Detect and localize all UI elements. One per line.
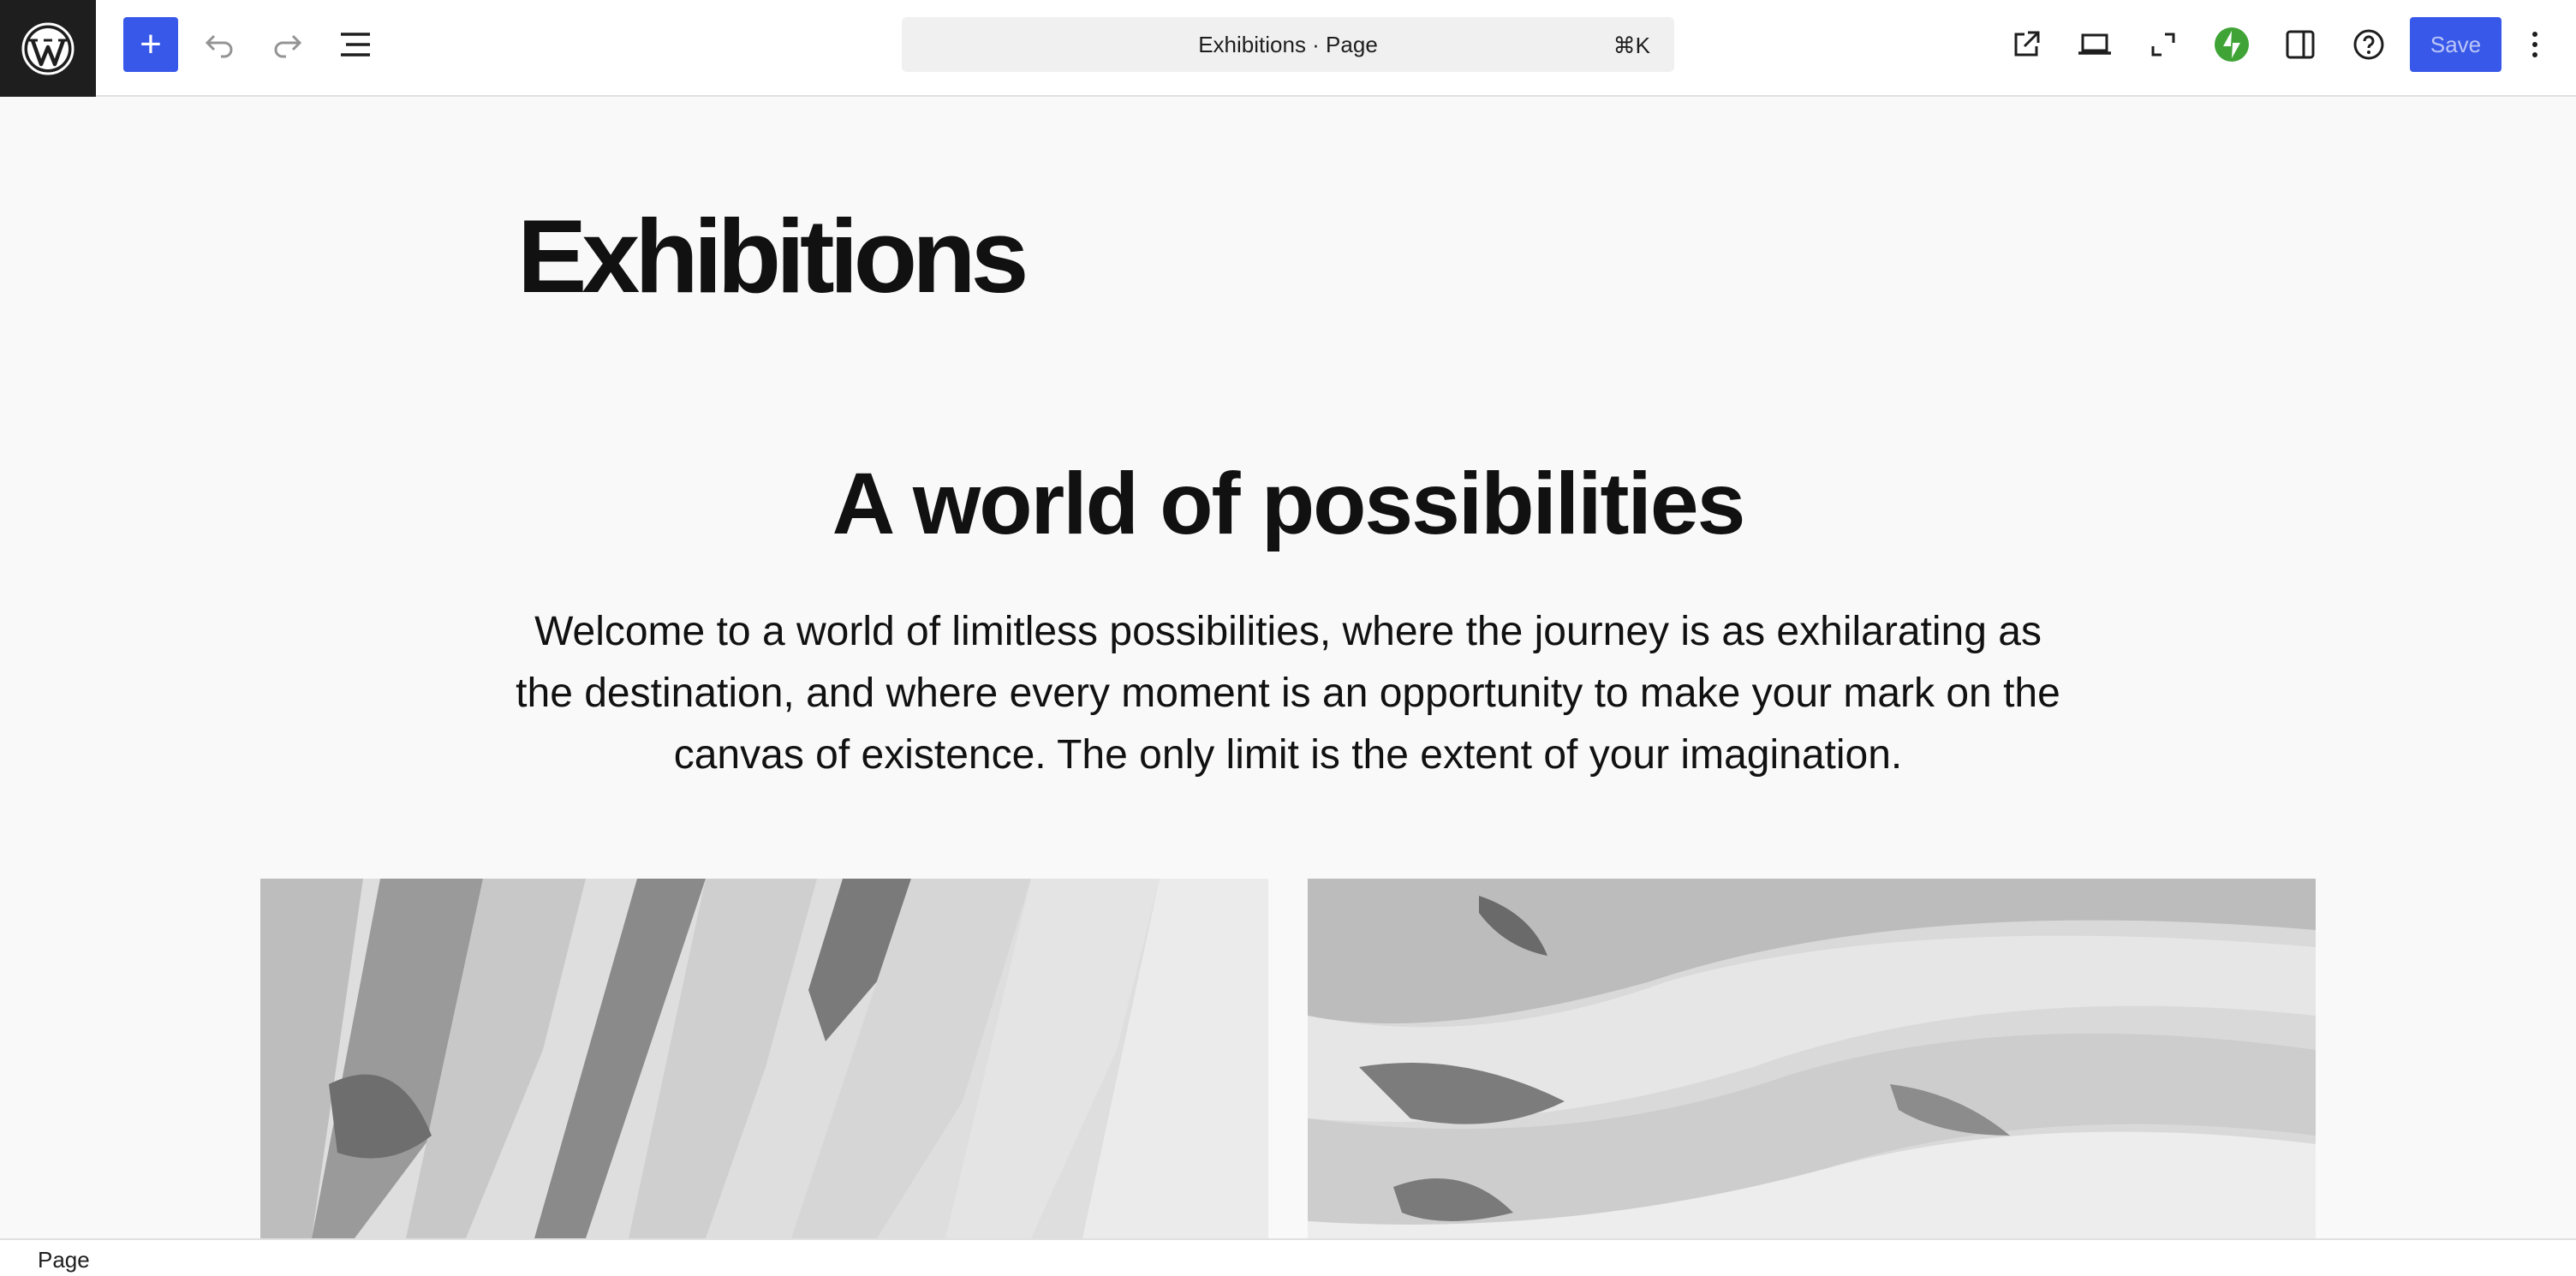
jetpack-button[interactable]	[2204, 17, 2259, 72]
redo-icon	[274, 34, 302, 58]
document-overview-button[interactable]	[329, 17, 384, 72]
help-icon	[2353, 29, 2384, 60]
more-vertical-icon	[2532, 32, 2537, 57]
sidebar-icon	[2286, 30, 2315, 59]
sand-image-right[interactable]	[1308, 879, 2316, 1238]
plus-icon: +	[140, 23, 162, 65]
sand-image-left[interactable]	[260, 879, 1268, 1238]
view-page-button[interactable]	[1999, 17, 2054, 72]
wordpress-icon	[21, 22, 75, 75]
keyboard-shortcut: ⌘K	[1613, 33, 1650, 58]
jetpack-icon	[2215, 27, 2249, 62]
undo-icon	[205, 34, 233, 58]
page-title[interactable]: Exhibitions	[517, 199, 1029, 313]
undo-button[interactable]	[192, 17, 247, 72]
fullscreen-icon	[2151, 33, 2175, 57]
add-block-button[interactable]: +	[123, 17, 178, 72]
list-view-icon	[341, 33, 370, 57]
breadcrumb-page[interactable]: Page	[38, 1247, 90, 1273]
redo-button[interactable]	[260, 17, 315, 72]
command-palette-bar[interactable]: Exhibitions · Page ⌘K	[902, 17, 1674, 72]
external-link-icon	[2014, 31, 2040, 57]
editor-toolbar: + Exhibitions · Page ⌘K Save	[0, 0, 2576, 97]
document-title: Exhibitions · Page	[1198, 31, 1378, 57]
preview-device-button[interactable]	[2067, 17, 2122, 72]
intro-paragraph[interactable]: Welcome to a world of limitless possibil…	[514, 601, 2062, 786]
fullscreen-button[interactable]	[2136, 17, 2191, 72]
settings-sidebar-button[interactable]	[2273, 17, 2328, 72]
laptop-icon	[2078, 33, 2111, 55]
section-heading[interactable]: A world of possibilities	[0, 454, 2576, 554]
save-button[interactable]: Save	[2410, 17, 2501, 72]
wordpress-logo-button[interactable]	[0, 0, 96, 97]
block-breadcrumb-bar: Page	[0, 1238, 2576, 1276]
help-button[interactable]	[2341, 17, 2396, 72]
options-menu-button[interactable]	[2513, 17, 2557, 72]
